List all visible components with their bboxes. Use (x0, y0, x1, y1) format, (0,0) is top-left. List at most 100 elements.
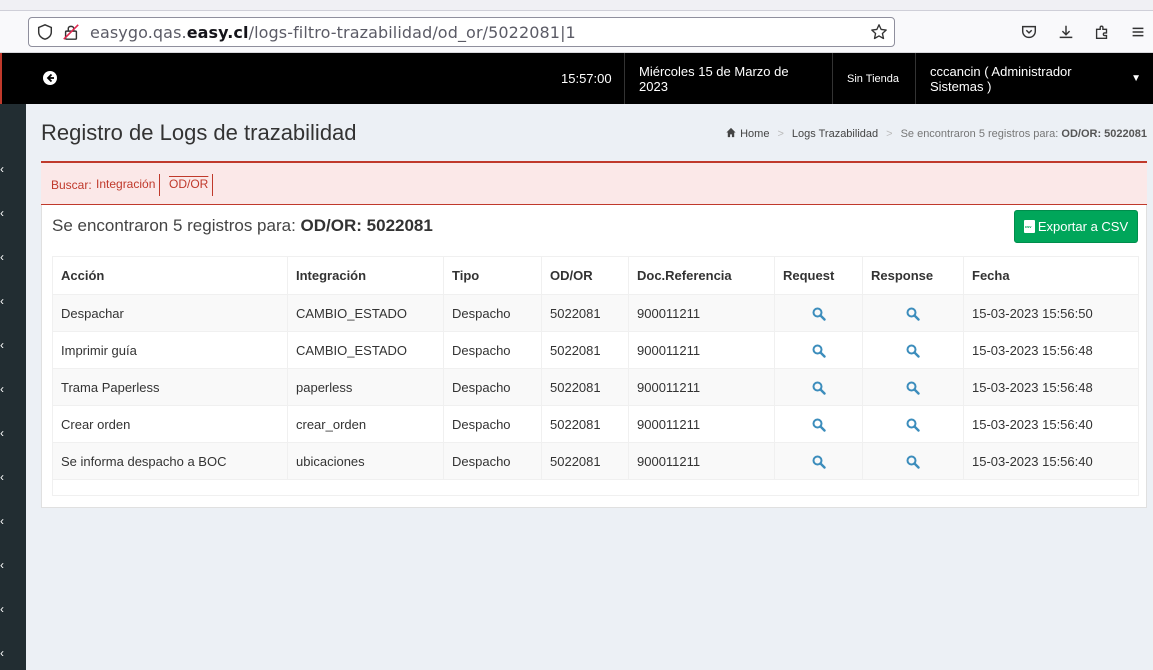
insecure-lock-icon[interactable] (61, 22, 81, 42)
results-panel: Se encontraron 5 registros para: OD/OR: … (41, 205, 1147, 508)
menu-icon[interactable] (1128, 22, 1148, 42)
shield-icon[interactable] (35, 22, 55, 42)
view-request-search-icon[interactable] (812, 455, 826, 469)
breadcrumb: Home > Logs Trazabilidad > Se encontraro… (725, 127, 1147, 141)
sidebar-chevron-icon[interactable]: ‹ (0, 470, 10, 484)
table-header-row: Acción Integración Tipo OD/OR Doc.Refere… (52, 256, 1139, 295)
sidebar-chevron-icon[interactable]: ‹ (0, 558, 10, 572)
breadcrumb-logs[interactable]: Logs Trazabilidad (792, 128, 878, 140)
sidebar-chevron-icon[interactable]: ‹ (0, 382, 10, 396)
home-icon[interactable] (725, 127, 737, 141)
col-header-fecha[interactable]: Fecha (963, 256, 1139, 295)
sidebar-chevron-icon[interactable]: ‹ (0, 514, 10, 528)
logs-table: Acción Integración Tipo OD/OR Doc.Refere… (52, 256, 1139, 480)
extensions-icon[interactable] (1092, 22, 1112, 42)
col-header-od-or[interactable]: OD/OR (541, 256, 629, 295)
sidebar-chevron-icon[interactable]: ‹ (0, 646, 10, 660)
cell-response (862, 442, 964, 480)
results-summary: Se encontraron 5 registros para: OD/OR: … (52, 216, 433, 236)
col-header-doc-referencia[interactable]: Doc.Referencia (628, 256, 775, 295)
breadcrumb-separator: > (886, 128, 893, 140)
bookmark-star-icon[interactable] (869, 22, 889, 42)
cell-fecha: 15-03-2023 15:56:48 (963, 368, 1139, 406)
filter-tag-integracion[interactable]: Integración (91, 174, 161, 196)
cell-doc-referencia: 900011211 (628, 368, 775, 406)
view-request-search-icon[interactable] (812, 307, 826, 321)
app-header: 15:57:00 Miércoles 15 de Marzo de 2023 S… (0, 53, 1153, 104)
pocket-icon[interactable] (1019, 22, 1039, 42)
view-response-search-icon[interactable] (906, 455, 920, 469)
view-response-search-icon[interactable] (906, 381, 920, 395)
cell-request (774, 405, 863, 443)
user-menu[interactable]: cccancin ( Administrador Sistemas ) ▼ (915, 53, 1153, 104)
sidebar-chevron-icon[interactable]: ‹ (0, 602, 10, 616)
filter-bar: Buscar: Integración OD/OR (41, 161, 1147, 205)
filter-tag-od-or[interactable]: OD/OR (164, 174, 214, 196)
url-text: easygo.qas.easy.cl/logs-filtro-trazabili… (90, 23, 576, 42)
view-request-search-icon[interactable] (812, 418, 826, 432)
cell-accion: Crear orden (52, 405, 288, 443)
cell-fecha: 15-03-2023 15:56:50 (963, 294, 1139, 332)
col-header-tipo[interactable]: Tipo (443, 256, 542, 295)
cell-accion: Imprimir guía (52, 331, 288, 369)
view-response-search-icon[interactable] (906, 307, 920, 321)
sidebar-chevron-icon[interactable]: ‹ (0, 206, 10, 220)
back-circle-icon[interactable] (42, 70, 58, 86)
user-name: cccancin ( Administrador Sistemas ) (930, 63, 1072, 94)
breadcrumb-current: Se encontraron 5 registros para: OD/OR: … (901, 128, 1147, 140)
table-row: Despachar CAMBIO_ESTADO Despacho 5022081… (52, 294, 1139, 332)
col-header-accion[interactable]: Acción (52, 256, 288, 295)
cell-od-or: 5022081 (541, 368, 629, 406)
table-row: Imprimir guía CAMBIO_ESTADO Despacho 502… (52, 331, 1139, 369)
download-icon[interactable] (1056, 22, 1076, 42)
export-csv-label: Exportar a CSV (1037, 219, 1129, 234)
cell-od-or: 5022081 (541, 294, 629, 332)
cell-integracion: paperless (287, 368, 444, 406)
results-prefix: Se encontraron 5 registros para: (52, 216, 296, 235)
cell-doc-referencia: 900011211 (628, 331, 775, 369)
caret-down-icon: ▼ (1131, 73, 1141, 84)
table-footer (52, 479, 1139, 496)
cell-request (774, 331, 863, 369)
breadcrumb-separator: > (777, 128, 784, 140)
cell-integracion: ubicaciones (287, 442, 444, 480)
sidebar-chevron-icon[interactable]: ‹ (0, 294, 10, 308)
cell-tipo: Despacho (443, 442, 542, 480)
sidebar-chevron-icon[interactable]: ‹ (0, 338, 10, 352)
cell-od-or: 5022081 (541, 331, 629, 369)
sidebar-chevron-icon[interactable]: ‹ (0, 426, 10, 440)
col-header-request[interactable]: Request (774, 256, 863, 295)
cell-accion: Trama Paperless (52, 368, 288, 406)
view-request-search-icon[interactable] (812, 344, 826, 358)
cell-doc-referencia: 900011211 (628, 294, 775, 332)
cell-doc-referencia: 900011211 (628, 442, 775, 480)
address-bar[interactable]: easygo.qas.easy.cl/logs-filtro-trazabili… (28, 17, 895, 47)
view-response-search-icon[interactable] (906, 418, 920, 432)
table-row: Crear orden crear_orden Despacho 5022081… (52, 405, 1139, 443)
view-request-search-icon[interactable] (812, 381, 826, 395)
cell-integracion: CAMBIO_ESTADO (287, 331, 444, 369)
breadcrumb-home[interactable]: Home (740, 128, 769, 140)
sidebar: ‹ ‹ ‹ ‹ ‹ ‹ ‹ ‹ ‹ ‹ ‹ ‹ (0, 104, 26, 670)
col-header-response[interactable]: Response (862, 256, 964, 295)
breadcrumb-current-bold: OD/OR: 5022081 (1061, 128, 1147, 140)
col-header-integracion[interactable]: Integración (287, 256, 444, 295)
cell-tipo: Despacho (443, 405, 542, 443)
page-title: Registro de Logs de trazabilidad (41, 120, 357, 145)
sidebar-chevron-icon[interactable]: ‹ (0, 250, 10, 264)
cell-request (774, 368, 863, 406)
header-store[interactable]: Sin Tienda (832, 53, 916, 104)
csv-file-icon (1023, 220, 1035, 233)
view-response-search-icon[interactable] (906, 344, 920, 358)
sidebar-chevron-icon[interactable]: ‹ (0, 162, 10, 176)
cell-response (862, 405, 964, 443)
table-row: Se informa despacho a BOC ubicaciones De… (52, 442, 1139, 480)
breadcrumb-current-prefix: Se encontraron 5 registros para: (900, 128, 1059, 140)
cell-accion: Despachar (52, 294, 288, 332)
export-csv-button[interactable]: Exportar a CSV (1014, 210, 1138, 243)
cell-response (862, 368, 964, 406)
cell-od-or: 5022081 (541, 442, 629, 480)
header-date: Miércoles 15 de Marzo de 2023 (624, 53, 833, 104)
cell-response (862, 331, 964, 369)
filter-label: Buscar: (51, 178, 92, 192)
